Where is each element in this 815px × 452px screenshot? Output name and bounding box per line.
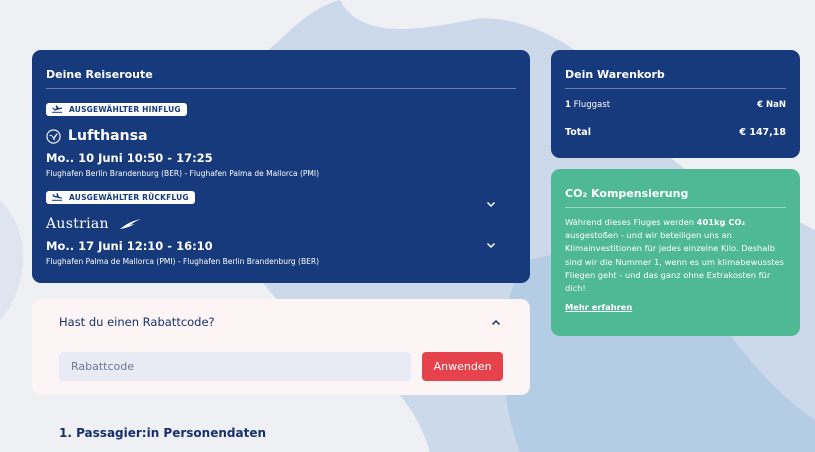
outbound-airports: Flughafen Berlin Brandenburg (BER) - Flu… (46, 169, 320, 178)
plane-arrival-icon (52, 193, 63, 201)
route-title: Deine Reiseroute (46, 68, 153, 81)
cart-total-price: € 147,18 (739, 127, 786, 138)
co2-more-link[interactable]: Mehr erfahren (565, 302, 632, 312)
return-airline: Austrian (46, 216, 109, 232)
return-badge: AUSGEWÄHLTER RÜCKFLUG (46, 190, 195, 204)
co2-amount: 401kg CO₂ (696, 217, 746, 227)
return-badge-label: AUSGEWÄHLTER RÜCKFLUG (69, 192, 189, 202)
discount-code-input[interactable] (59, 352, 412, 381)
cart-passenger-count: 1 (565, 100, 571, 110)
co2-card: CO₂ Kompensierung Während dieses Fluges … (551, 169, 800, 336)
discount-title: Hast du einen Rabattcode? (59, 315, 215, 329)
return-chevron-down-icon[interactable] (486, 242, 496, 249)
outbound-airline: Lufthansa (68, 128, 148, 144)
outbound-badge: AUSGEWÄHLTER HINFLUG (46, 102, 187, 116)
lufthansa-crane-icon (46, 128, 61, 144)
austrian-arrow-icon (119, 219, 141, 229)
outbound-time: Mo.. 10 Juni 10:50 - 17:25 (46, 151, 213, 165)
chevron-up-icon[interactable] (491, 319, 501, 326)
route-divider (46, 88, 516, 89)
cart-passenger-label: 1 Fluggast (565, 100, 611, 110)
return-time: Mo.. 17 Juni 12:10 - 16:10 (46, 239, 213, 253)
passenger-section-title: 1. Passagier:in Personendaten (59, 426, 266, 440)
co2-title: CO₂ Kompensierung (565, 187, 689, 200)
cart-card: Dein Warenkorb 1 Fluggast € NaN Total € … (551, 50, 800, 158)
cart-passenger-price: € NaN (757, 100, 786, 110)
discount-header[interactable]: Hast du einen Rabattcode? (59, 299, 503, 345)
co2-divider (565, 207, 786, 208)
return-airports: Flughafen Palma de Mallorca (PMI) - Flug… (46, 257, 320, 266)
route-card: Deine Reiseroute AUSGEWÄHLTER HINFLUG Lu… (32, 50, 530, 283)
outbound-badge-label: AUSGEWÄHLTER HINFLUG (69, 104, 181, 114)
apply-discount-button[interactable]: Anwenden (422, 352, 503, 381)
cart-total-row: Total € 147,18 (565, 127, 786, 138)
cart-title: Dein Warenkorb (565, 68, 665, 81)
return-flight[interactable]: AUSGEWÄHLTER RÜCKFLUG Austrian Mo.. 17 J… (46, 186, 516, 266)
cart-divider (565, 88, 786, 89)
discount-card: Hast du einen Rabattcode? Anwenden (32, 299, 530, 395)
co2-description: Während dieses Fluges werden 401kg CO₂ a… (565, 217, 784, 294)
plane-departure-icon (52, 105, 63, 113)
outbound-flight[interactable]: AUSGEWÄHLTER HINFLUG Lufthansa Mo.. 10 J… (46, 98, 516, 208)
cart-passenger-row: 1 Fluggast € NaN (565, 100, 786, 110)
cart-total-label: Total (565, 127, 591, 138)
